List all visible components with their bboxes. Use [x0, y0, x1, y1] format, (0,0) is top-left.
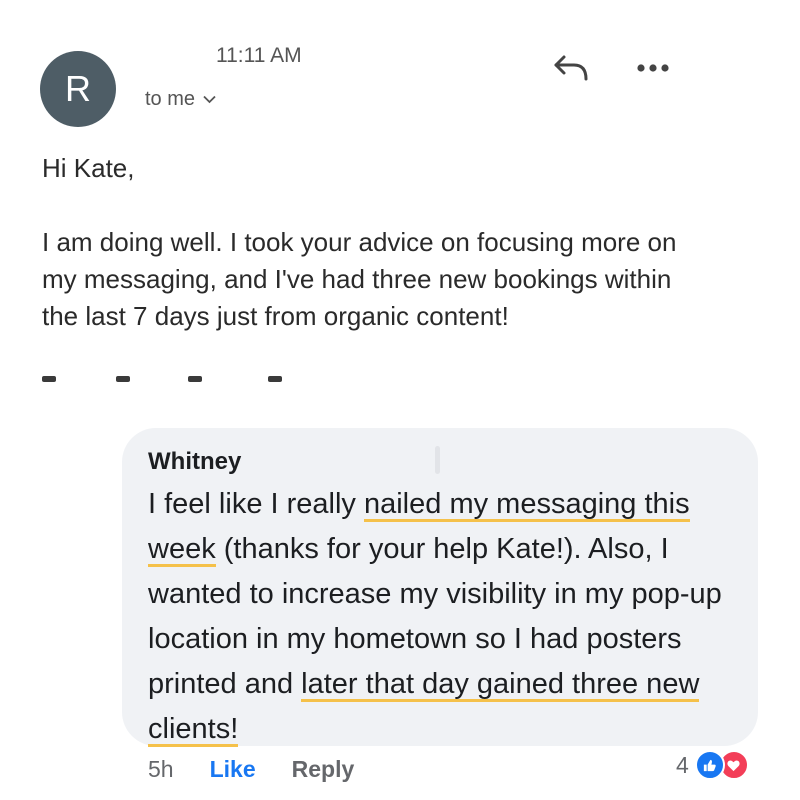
reply-button[interactable]: Reply — [292, 756, 355, 783]
chevron-down-icon — [203, 95, 216, 104]
email-time: 11:11 AM — [216, 44, 302, 67]
comment-text-part: I feel like I really — [148, 488, 364, 520]
like-button[interactable]: Like — [210, 756, 256, 783]
reaction-count: 4 — [676, 751, 689, 778]
comment-actions: 5h Like Reply — [148, 756, 354, 783]
email-greeting: Hi Kate, — [42, 153, 135, 183]
more-options-icon[interactable] — [636, 62, 670, 74]
email-body: Hi Kate, I am doing well. I took your ad… — [42, 150, 702, 335]
text-cursor-marker — [435, 446, 440, 474]
recipient-details-toggle[interactable]: to me — [145, 88, 216, 111]
clipped-text-line — [42, 370, 282, 384]
reactions-summary[interactable]: 4 — [676, 750, 749, 780]
comment-age: 5h — [148, 756, 174, 782]
reply-icon[interactable] — [552, 52, 590, 84]
sender-avatar[interactable]: R — [40, 51, 116, 127]
comment-text: I feel like I really nailed my messaging… — [148, 482, 738, 752]
comment-author[interactable]: Whitney — [148, 448, 241, 476]
recipient-label: to me — [145, 88, 196, 110]
thumbs-up-icon — [694, 750, 725, 780]
email-paragraph: I am doing well. I took your advice on f… — [42, 227, 677, 331]
